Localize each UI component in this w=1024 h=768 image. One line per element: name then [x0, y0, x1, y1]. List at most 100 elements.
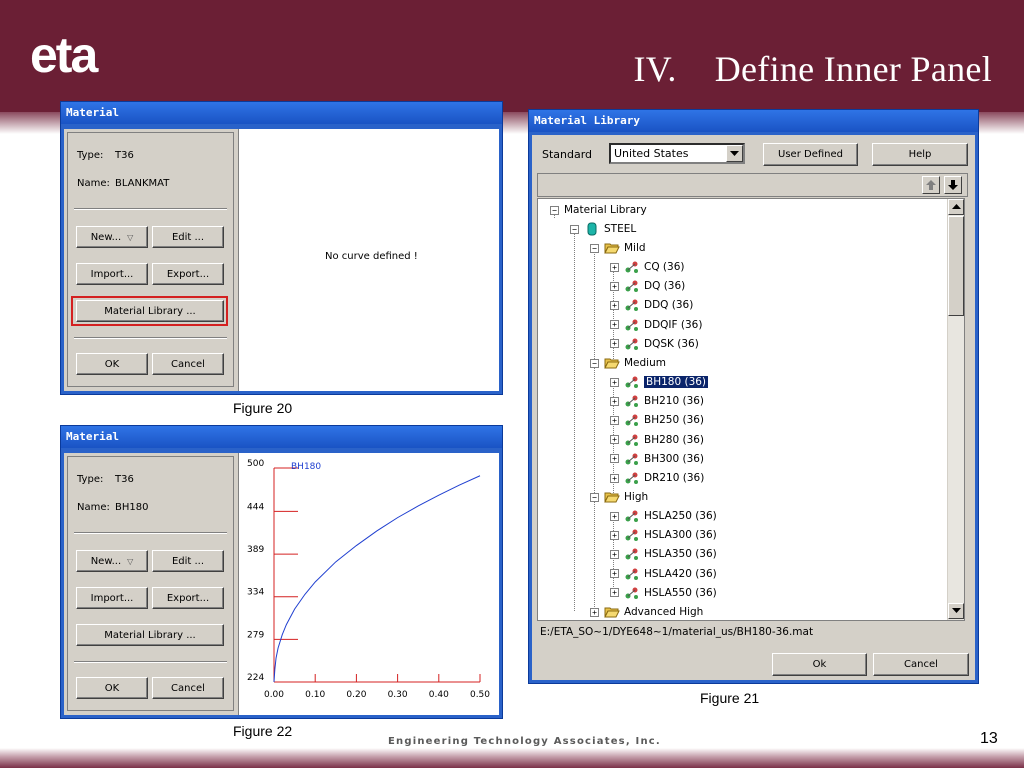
- material-properties-panel: Type: T36 Name: BH180 New... ▽ Edit ... I…: [67, 456, 234, 711]
- tree-item-material[interactable]: + HSLA420 (36): [610, 565, 717, 583]
- tree-node-label: Advanced High: [624, 606, 704, 618]
- material-tree[interactable]: − Material Library − STEEL − Mild + CQ (3…: [537, 198, 965, 621]
- expand-icon: +: [610, 435, 619, 445]
- separator: [74, 661, 227, 663]
- folder-open-icon: [604, 243, 620, 254]
- tree-item-material[interactable]: + BH300 (36): [610, 450, 704, 468]
- tree-item-material[interactable]: + BH250 (36): [610, 411, 704, 429]
- type-label: Type:: [77, 150, 104, 161]
- tree-node-medium[interactable]: − Medium: [590, 354, 666, 372]
- tree-scrollbar[interactable]: [947, 199, 964, 620]
- tree-item-material[interactable]: + DQ (36): [610, 277, 685, 295]
- chevron-down-icon: [730, 150, 739, 156]
- tree-item-material[interactable]: + DQSK (36): [610, 335, 699, 353]
- name-label: Name:: [77, 502, 110, 513]
- new-button[interactable]: New... ▽: [76, 226, 148, 248]
- tree-item-material[interactable]: + CQ (36): [610, 258, 685, 276]
- y-tick-label: 444: [247, 502, 264, 512]
- selected-file-path: E:/ETA_SO~1/DYE648~1/material_us/BH180-3…: [540, 626, 814, 638]
- tree-item-material[interactable]: + DR210 (36): [610, 469, 704, 487]
- expand-icon: +: [610, 588, 619, 598]
- y-tick-label: 224: [247, 673, 264, 683]
- expand-icon: +: [610, 530, 619, 540]
- curve-display-area: 224 279 334 389 444 500 0.00 0.10 0.20 0.30 0.40 0.…: [238, 453, 499, 715]
- cancel-button[interactable]: Cancel: [873, 653, 969, 676]
- footer-company: Engineering Technology Associates, Inc.: [388, 736, 661, 747]
- material-icon: [625, 395, 638, 408]
- new-button-label: New...: [90, 555, 122, 567]
- expand-icon: +: [610, 569, 619, 579]
- name-value: BLANKMAT: [115, 178, 170, 189]
- import-button[interactable]: Import...: [76, 263, 148, 285]
- arrow-up-icon: [926, 180, 936, 190]
- expand-icon: +: [610, 262, 619, 272]
- tree-item-material[interactable]: + HSLA250 (36): [610, 507, 717, 525]
- material-properties-panel: Type: T36 Name: BLANKMAT New... ▽ Edit ..…: [67, 132, 234, 387]
- tree-item-material[interactable]: + HSLA300 (36): [610, 526, 717, 544]
- move-down-button[interactable]: [944, 176, 962, 194]
- highlight-box: [71, 296, 228, 326]
- series-line: [273, 475, 481, 683]
- arrow-down-icon: [948, 180, 958, 190]
- expand-icon: +: [610, 281, 619, 291]
- edit-button[interactable]: Edit ...: [152, 550, 224, 572]
- y-tick-label: 500: [247, 459, 264, 469]
- y-tick-label: 279: [247, 630, 264, 640]
- tree-node-steel[interactable]: − STEEL: [570, 220, 636, 238]
- figure-20-caption: Figure 20: [233, 400, 293, 416]
- tree-item-material[interactable]: + DDQIF (36): [610, 316, 702, 334]
- type-value: T36: [115, 474, 134, 485]
- page-number: 13: [980, 730, 998, 747]
- scroll-down-button[interactable]: [948, 603, 964, 619]
- x-tick-label: 0.30: [388, 690, 408, 700]
- standard-select[interactable]: United States: [609, 143, 745, 164]
- scroll-up-button[interactable]: [948, 199, 964, 215]
- import-button[interactable]: Import...: [76, 587, 148, 609]
- ok-button[interactable]: OK: [76, 353, 148, 375]
- tree-item-material[interactable]: + BH210 (36): [610, 392, 704, 410]
- tree-item-label: DDQIF (36): [644, 318, 703, 331]
- tree-item-material[interactable]: + HSLA550 (36): [610, 584, 717, 602]
- export-button[interactable]: Export...: [152, 587, 224, 609]
- ok-button[interactable]: OK: [76, 677, 148, 699]
- material-icon: [625, 587, 638, 599]
- window-title: Material: [61, 426, 502, 448]
- edit-button[interactable]: Edit ...: [152, 226, 224, 248]
- user-defined-button[interactable]: User Defined: [763, 143, 858, 166]
- tree-node-advanced-high[interactable]: + Advanced High: [590, 603, 704, 620]
- collapse-icon: −: [590, 492, 599, 502]
- cancel-button[interactable]: Cancel: [152, 677, 224, 699]
- move-up-button[interactable]: [922, 176, 940, 194]
- ok-button[interactable]: Ok: [772, 653, 867, 676]
- chevron-up-icon: [951, 204, 961, 209]
- tree-item-material[interactable]: + HSLA350 (36): [610, 545, 717, 563]
- new-button[interactable]: New... ▽: [76, 550, 148, 572]
- tree-item-material[interactable]: + BH180 (36): [610, 373, 710, 391]
- tree-node-label: STEEL: [604, 223, 637, 235]
- cancel-button[interactable]: Cancel: [152, 353, 224, 375]
- separator: [74, 532, 227, 534]
- scrollbar-thumb[interactable]: [948, 216, 964, 316]
- curve-display-area: No curve defined !: [238, 129, 499, 391]
- help-button[interactable]: Help: [872, 143, 968, 166]
- material-icon: [625, 529, 638, 542]
- material-icon: [625, 376, 638, 388]
- tree-node-mild[interactable]: − Mild: [590, 239, 646, 257]
- tree-item-material[interactable]: + BH280 (36): [610, 431, 704, 449]
- tree-node-high[interactable]: − High: [590, 488, 648, 506]
- stress-strain-chart: 224 279 334 389 444 500 0.00 0.10 0.20 0.30 0.40 0.…: [247, 459, 490, 700]
- tree-item-label: HSLA300 (36): [644, 529, 717, 542]
- slide-title-text: Define Inner Panel: [714, 49, 992, 89]
- tree-node-root[interactable]: − Material Library: [550, 201, 647, 219]
- combo-dropdown-button[interactable]: [726, 145, 743, 162]
- tree-item-label: HSLA420 (36): [644, 567, 717, 580]
- material-library-button[interactable]: Material Library ...: [76, 624, 224, 646]
- export-button[interactable]: Export...: [152, 263, 224, 285]
- tree-item-material[interactable]: + DDQ (36): [610, 296, 693, 314]
- type-label: Type:: [77, 474, 104, 485]
- tree-item-label: BH280 (36): [644, 433, 705, 446]
- collapse-icon: −: [550, 205, 559, 215]
- material-icon: [625, 338, 638, 350]
- tree-item-label: BH300 (36): [644, 452, 705, 465]
- material-icon: [625, 434, 638, 446]
